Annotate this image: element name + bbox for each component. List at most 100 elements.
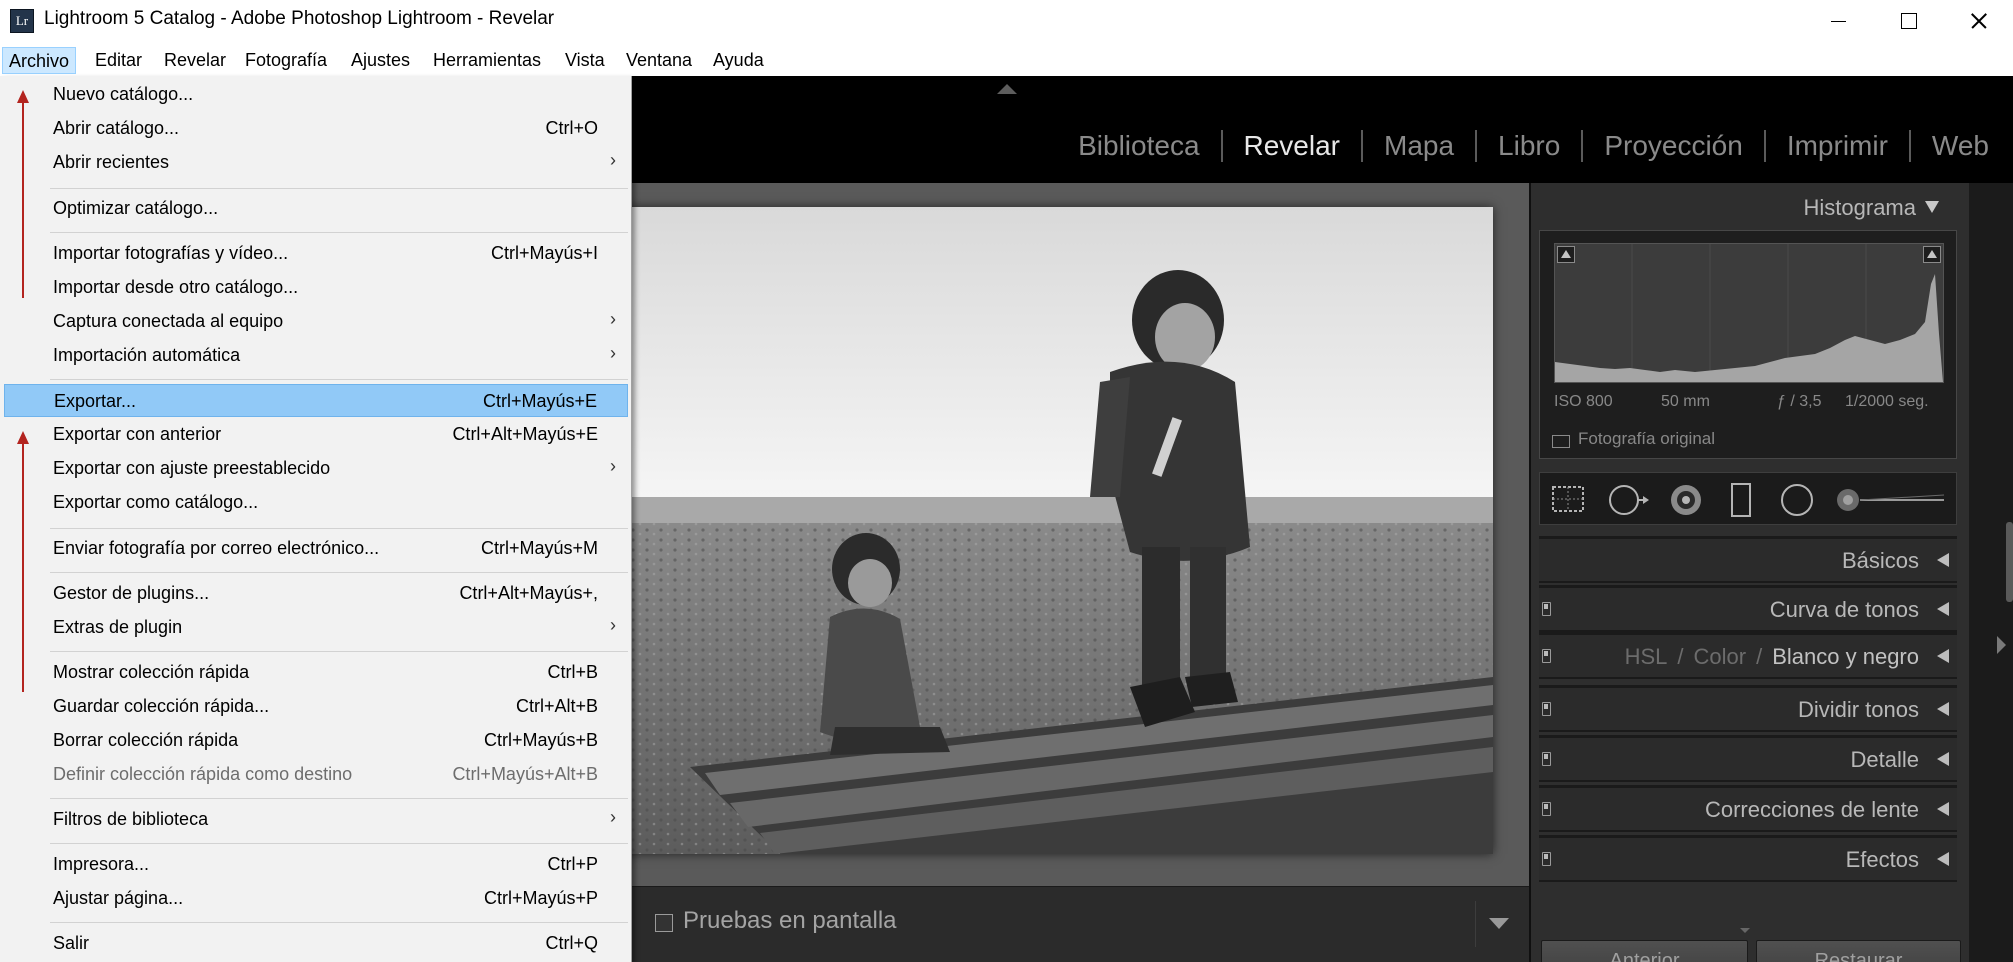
menu-item-importar-fotografias[interactable]: Importar fotografías y vídeo... Ctrl+May… xyxy=(4,237,628,270)
menu-item-abrir-catalogo[interactable]: Abrir catálogo... Ctrl+O xyxy=(4,112,628,145)
panel-switch-icon[interactable] xyxy=(1542,802,1551,816)
menu-ayuda[interactable]: Ayuda xyxy=(707,47,770,74)
menu-item-label: Impresora... xyxy=(53,854,150,874)
menu-item-label: Importar desde otro catálogo... xyxy=(53,277,299,297)
module-mapa[interactable]: Mapa xyxy=(1384,130,1454,162)
menu-revelar[interactable]: Revelar xyxy=(158,47,232,74)
module-biblioteca[interactable]: Biblioteca xyxy=(1078,130,1199,162)
expand-triangle-icon[interactable] xyxy=(1937,752,1949,766)
panel-switch-icon[interactable] xyxy=(1542,752,1551,766)
menu-item-extras-plugin[interactable]: Extras de plugin › xyxy=(4,611,628,644)
tab-blanco-y-negro[interactable]: Blanco y negro xyxy=(1772,644,1919,669)
menu-separator xyxy=(50,922,628,923)
menu-item-captura-conectada[interactable]: Captura conectada al equipo › xyxy=(4,305,628,338)
module-proyeccion[interactable]: Proyección xyxy=(1604,130,1743,162)
menu-item-salir[interactable]: Salir Ctrl+Q xyxy=(4,927,628,960)
graduated-filter-icon[interactable] xyxy=(1724,473,1760,526)
spot-removal-icon[interactable] xyxy=(1606,473,1650,526)
menu-item-exportar[interactable]: Exportar... Ctrl+Mayús+E xyxy=(4,384,628,417)
menu-item-label: Filtros de biblioteca xyxy=(53,809,209,829)
expand-triangle-icon[interactable] xyxy=(1937,602,1949,616)
menu-item-optimizar-catalogo[interactable]: Optimizar catálogo... xyxy=(4,192,628,225)
right-panel-toggle-icon[interactable] xyxy=(1997,636,2006,654)
photo-preview[interactable] xyxy=(490,207,1493,854)
menu-item-guardar-coleccion-rapida[interactable]: Guardar colección rápida... Ctrl+Alt+B xyxy=(4,690,628,723)
menu-item-gestor-plugins[interactable]: Gestor de plugins... Ctrl+Alt+Mayús+, xyxy=(4,577,628,610)
module-revelar[interactable]: Revelar xyxy=(1244,130,1340,162)
crop-overlay-icon[interactable] xyxy=(1550,473,1586,526)
expand-triangle-icon[interactable] xyxy=(1937,553,1949,567)
menu-vista[interactable]: Vista xyxy=(559,47,611,74)
proof-checkbox[interactable] xyxy=(655,914,673,932)
section-dividir-tonos[interactable]: Dividir tonos xyxy=(1539,685,1957,732)
expand-triangle-icon[interactable] xyxy=(1937,802,1949,816)
radial-filter-icon[interactable] xyxy=(1779,473,1815,526)
menu-item-exportar-preestablecido[interactable]: Exportar con ajuste preestablecido › xyxy=(4,452,628,485)
close-icon[interactable] xyxy=(1943,0,2013,42)
section-hsl-color-byn[interactable]: HSL / Color / Blanco y negro xyxy=(1539,632,1957,679)
menu-item-importar-otro-catalogo[interactable]: Importar desde otro catálogo... xyxy=(4,271,628,304)
maximize-icon[interactable] xyxy=(1873,0,1943,42)
menu-separator xyxy=(50,843,628,844)
exif-focal-length: 50 mm xyxy=(1661,393,1710,410)
section-label: Correcciones de lente xyxy=(1704,797,1919,822)
menu-item-definir-coleccion-destino: Definir colección rápida como destino Ct… xyxy=(4,758,628,791)
tab-color[interactable]: Color xyxy=(1694,644,1747,669)
menu-item-borrar-coleccion-rapida[interactable]: Borrar colección rápida Ctrl+Mayús+B xyxy=(4,724,628,757)
original-photo-checkbox[interactable] xyxy=(1552,435,1570,448)
panel-switch-icon[interactable] xyxy=(1542,852,1551,866)
menu-item-exportar-como-catalogo[interactable]: Exportar como catálogo... xyxy=(4,486,628,519)
panel-resize-grip-icon[interactable] xyxy=(1740,928,1750,933)
module-web[interactable]: Web xyxy=(1932,130,1989,162)
menu-item-enviar-correo[interactable]: Enviar fotografía por correo electrónico… xyxy=(4,532,628,565)
highlight-clipping-toggle[interactable] xyxy=(1923,246,1941,263)
menu-fotografia[interactable]: Fotografía xyxy=(239,47,333,74)
menu-editar[interactable]: Editar xyxy=(89,47,148,74)
menu-item-abrir-recientes[interactable]: Abrir recientes › xyxy=(4,146,628,179)
menu-item-label: Abrir catálogo... xyxy=(53,118,180,138)
menu-ventana[interactable]: Ventana xyxy=(620,47,698,74)
panel-switch-icon[interactable] xyxy=(1542,602,1551,616)
tab-divider: / xyxy=(1756,644,1763,669)
expand-triangle-icon[interactable] xyxy=(1937,702,1949,716)
menu-item-exportar-con-anterior[interactable]: Exportar con anterior Ctrl+Alt+Mayús+E xyxy=(4,418,628,451)
section-label: Curva de tonos xyxy=(1769,597,1919,622)
panel-scrollbar[interactable] xyxy=(2006,522,2013,602)
expand-triangle-icon[interactable] xyxy=(1937,852,1949,866)
histogram-graph[interactable] xyxy=(1554,243,1944,383)
adjustment-brush-slider-icon[interactable] xyxy=(1834,473,1946,526)
menu-item-importacion-automatica[interactable]: Importación automática › xyxy=(4,339,628,372)
module-libro[interactable]: Libro xyxy=(1498,130,1560,162)
toolbar-options-chevron-down-icon[interactable] xyxy=(1489,918,1509,929)
section-label: Dividir tonos xyxy=(1797,697,1919,722)
menu-item-nuevo-catalogo[interactable]: Nuevo catálogo... xyxy=(4,78,628,111)
menu-item-filtros-biblioteca[interactable]: Filtros de biblioteca › xyxy=(4,803,628,836)
restaurar-button[interactable]: Restaurar xyxy=(1756,940,1961,962)
top-panel-toggle-icon[interactable] xyxy=(997,84,1017,94)
collapse-triangle-icon[interactable] xyxy=(1925,201,1939,213)
section-curva-de-tonos[interactable]: Curva de tonos xyxy=(1539,585,1957,632)
menu-item-ajustar-pagina[interactable]: Ajustar página... Ctrl+Mayús+P xyxy=(4,882,628,915)
red-eye-icon[interactable] xyxy=(1668,473,1704,526)
menu-herramientas[interactable]: Herramientas xyxy=(427,47,547,74)
module-imprimir[interactable]: Imprimir xyxy=(1787,130,1888,162)
anterior-button[interactable]: Anterior xyxy=(1541,940,1748,962)
menu-item-impresora[interactable]: Impresora... Ctrl+P xyxy=(4,848,628,881)
shadow-clipping-toggle[interactable] xyxy=(1557,246,1575,263)
section-efectos[interactable]: Efectos xyxy=(1539,835,1957,882)
tab-hsl[interactable]: HSL xyxy=(1625,644,1668,669)
histogram-header[interactable]: Histograma xyxy=(1531,195,1954,225)
menu-ajustes[interactable]: Ajustes xyxy=(345,47,416,74)
panel-switch-icon[interactable] xyxy=(1542,649,1551,663)
panel-switch-icon[interactable] xyxy=(1542,702,1551,716)
menu-item-mostrar-coleccion-rapida[interactable]: Mostrar colección rápida Ctrl+B xyxy=(4,656,628,689)
menu-archivo[interactable]: Archivo xyxy=(2,47,77,74)
section-correcciones-de-lente[interactable]: Correcciones de lente xyxy=(1539,785,1957,832)
menu-item-shortcut: Ctrl+Mayús+I xyxy=(490,243,598,263)
section-detalle[interactable]: Detalle xyxy=(1539,735,1957,782)
expand-triangle-icon[interactable] xyxy=(1937,649,1949,663)
minimize-icon[interactable] xyxy=(1803,0,1873,42)
proof-label: Pruebas en pantalla xyxy=(683,907,897,934)
section-basicos[interactable]: Básicos xyxy=(1539,536,1957,583)
section-label: HSL / Color / Blanco y negro xyxy=(1625,644,1919,670)
